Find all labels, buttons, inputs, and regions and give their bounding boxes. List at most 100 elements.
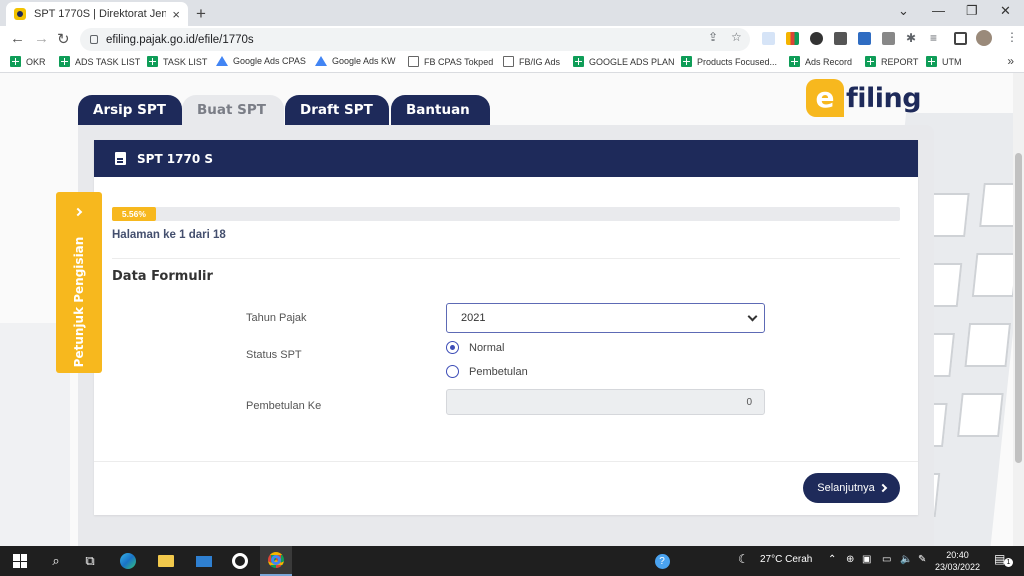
extension-code-icon[interactable]	[882, 32, 895, 45]
google-ads-icon	[315, 56, 327, 66]
bookmark-item[interactable]: OKR	[10, 56, 46, 67]
envelope-shape	[196, 555, 212, 567]
page-scrollbar[interactable]	[1013, 73, 1024, 546]
close-window-icon[interactable]: ✕	[1000, 3, 1011, 19]
bookmark-item[interactable]: REPORT	[865, 56, 918, 67]
weather-icon[interactable]: ☾	[738, 552, 749, 566]
bookmark-item[interactable]: TASK LIST	[147, 56, 207, 67]
help-icon[interactable]: ?	[652, 546, 672, 576]
extension-k-icon[interactable]	[810, 32, 823, 45]
start-button[interactable]	[8, 546, 32, 576]
bookmark-item[interactable]: FB CPAS Tokped	[408, 56, 493, 67]
share-icon[interactable]: ⇪	[708, 30, 718, 44]
bookmark-item[interactable]: GOOGLE ADS PLAN	[573, 56, 675, 67]
pen-icon[interactable]: ✎	[918, 554, 926, 565]
tab-bantuan[interactable]: Bantuan	[391, 95, 490, 125]
windows-taskbar: ⌕ ⧉ ? ☾ 27°C Cerah ⌃ ⊕ ▣ ▭ 🔈 ✎ 20:40 23/…	[0, 546, 1024, 576]
page-content: e filing Arsip SPT Buat SPT Draft SPT Ba…	[0, 73, 1013, 546]
radio-pembetulan[interactable]: Pembetulan	[446, 365, 528, 378]
profile-avatar[interactable]	[976, 30, 992, 46]
extensions-puzzle-icon[interactable]: ✱	[906, 31, 916, 45]
tab-buat-spt[interactable]: Buat SPT	[182, 95, 284, 125]
status-spt-label: Status SPT	[246, 349, 302, 361]
back-icon[interactable]: ←	[10, 30, 25, 47]
mail-icon[interactable]	[190, 546, 218, 576]
pembetulan-ke-value: 0	[746, 396, 752, 408]
chrome-taskbar-icon[interactable]	[260, 546, 292, 576]
sheet-icon	[59, 56, 70, 67]
new-tab-icon[interactable]: +	[196, 4, 206, 24]
tab-search-icon[interactable]: ⌄	[898, 3, 909, 19]
section-title: Data Formulir	[112, 269, 213, 284]
bookmarks-bar: OKR ADS TASK LIST TASK LIST Google Ads C…	[0, 53, 1024, 73]
url-text: efiling.pajak.go.id/efile/1770s	[106, 33, 254, 46]
bookmark-item[interactable]: UTM	[926, 56, 962, 67]
question-mark: ?	[654, 553, 670, 569]
browser-tabstrip: SPT 1770S | Direktorat Jenderal P × + ⌄ …	[0, 0, 1024, 26]
bookmark-item[interactable]: ADS TASK LIST	[59, 56, 140, 67]
radio-pembetulan-label: Pembetulan	[469, 365, 528, 378]
form-title: SPT 1770 S	[137, 151, 214, 166]
edge-icon[interactable]	[114, 546, 142, 576]
minimize-icon[interactable]: —	[932, 3, 945, 18]
side-panel-icon[interactable]	[954, 32, 967, 45]
building-window	[964, 323, 1012, 367]
reading-list-icon[interactable]: ≡	[930, 31, 937, 45]
next-button[interactable]: Selanjutnya	[803, 473, 900, 503]
efiling-logo[interactable]: e filing	[806, 79, 922, 117]
extension-analytics-icon[interactable]	[786, 32, 799, 45]
sheet-icon	[573, 56, 584, 67]
card-header: SPT 1770 S	[94, 140, 918, 177]
google-ads-icon	[216, 56, 228, 66]
sheet-icon	[681, 56, 692, 67]
lock-icon	[90, 35, 98, 44]
radio-checked-icon[interactable]	[446, 341, 459, 354]
bookmark-item[interactable]: Ads Record	[789, 56, 852, 67]
extension-tool-icon[interactable]	[834, 32, 847, 45]
search-icon[interactable]: ⌕	[44, 546, 68, 576]
weather-text[interactable]: 27°C Cerah	[760, 554, 812, 565]
forward-icon[interactable]: →	[34, 30, 49, 47]
chevron-right-icon	[878, 483, 887, 493]
file-explorer-icon[interactable]	[152, 546, 180, 576]
pembetulan-ke-field[interactable]: 0	[446, 389, 765, 415]
close-tab-icon[interactable]: ×	[172, 7, 180, 22]
reload-icon[interactable]: ↻	[57, 30, 70, 48]
network-icon[interactable]: ▭	[882, 554, 891, 565]
volume-icon[interactable]: 🔈	[900, 554, 912, 565]
scrollbar-thumb[interactable]	[1015, 153, 1022, 463]
task-view-icon[interactable]: ⧉	[78, 546, 102, 576]
extension-link-icon[interactable]	[762, 32, 775, 45]
browser-menu-icon[interactable]: ⋮	[1006, 30, 1018, 44]
github-desktop-icon[interactable]	[226, 546, 254, 576]
tray-chevron-icon[interactable]: ⌃	[828, 554, 836, 565]
document-icon	[115, 152, 126, 165]
tahun-pajak-select[interactable]: 2021	[446, 303, 765, 333]
address-bar[interactable]: efiling.pajak.go.id/efile/1770s	[80, 28, 750, 51]
page-indicator: Halaman ke 1 dari 18	[112, 229, 226, 241]
clock-time: 20:40	[946, 550, 969, 560]
browser-tab[interactable]: SPT 1770S | Direktorat Jenderal P ×	[6, 2, 188, 26]
bookmark-item[interactable]: Products Focused...	[681, 56, 777, 67]
more-bookmarks-icon[interactable]: »	[1007, 54, 1014, 68]
petunjuk-pengisian-tab[interactable]: Petunjuk Pengisian	[56, 192, 102, 373]
bookmark-item[interactable]: Google Ads CPAS	[216, 56, 306, 66]
radio-normal[interactable]: Normal	[446, 341, 504, 354]
bookmark-star-icon[interactable]: ☆	[731, 30, 742, 44]
progress-bar: 5.56%	[112, 207, 900, 221]
chevron-right-icon	[73, 207, 83, 217]
guide-label: Petunjuk Pengisian	[72, 236, 86, 368]
divider	[94, 461, 918, 462]
building-window	[971, 253, 1013, 297]
tab-arsip-spt[interactable]: Arsip SPT	[78, 95, 182, 125]
tab-draft-spt[interactable]: Draft SPT	[285, 95, 389, 125]
radio-unchecked-icon[interactable]	[446, 365, 459, 378]
restore-icon[interactable]: ❐	[966, 3, 978, 19]
bookmark-item[interactable]: Google Ads KW	[315, 56, 396, 66]
extension-blue-icon[interactable]	[858, 32, 871, 45]
system-clock[interactable]: 20:40 23/03/2022	[935, 549, 980, 573]
bookmark-item[interactable]: FB/IG Ads	[503, 56, 560, 67]
pembetulan-ke-label: Pembetulan Ke	[246, 400, 322, 412]
meet-now-icon[interactable]: ⊕	[846, 554, 854, 565]
display-icon[interactable]: ▣	[862, 554, 871, 565]
